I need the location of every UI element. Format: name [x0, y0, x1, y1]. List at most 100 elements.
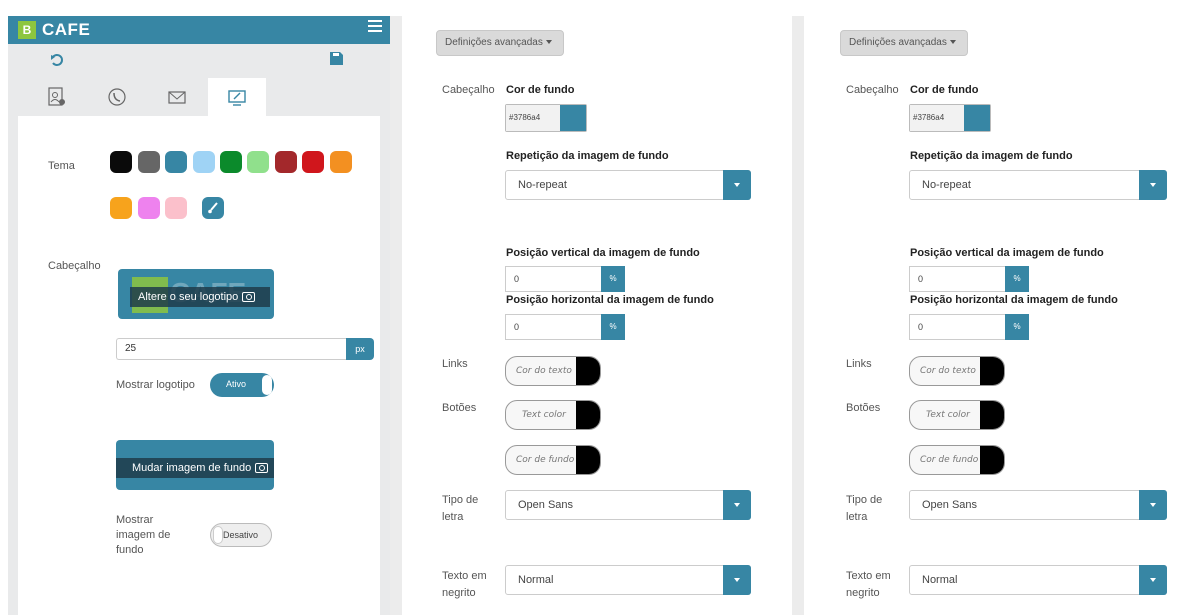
links-color-preview [980, 357, 1004, 385]
custom-color-brush-icon[interactable] [202, 197, 224, 219]
tab-display[interactable] [208, 78, 266, 116]
links-color-picker[interactable]: Cor do texto [505, 356, 601, 386]
bold-text-select[interactable]: Normal [505, 565, 751, 595]
show-logo-toggle[interactable]: Ativo [210, 373, 274, 397]
buttons-text-color-preview [576, 401, 600, 429]
buttons-bg-color-picker[interactable]: Cor de fundo [909, 445, 1005, 475]
bg-horizontal-pos-input[interactable]: 0 [505, 314, 601, 340]
theme-color-swatch[interactable] [110, 151, 132, 173]
buttons-bg-color-picker[interactable]: Cor de fundo [505, 445, 601, 475]
font-family-select[interactable]: Open Sans [909, 490, 1167, 520]
bg-vertical-pos-label: Posição vertical da imagem de fundo [910, 247, 1104, 259]
font-family-select[interactable]: Open Sans [505, 490, 751, 520]
change-background-button[interactable]: Mudar imagem de fundo [116, 440, 274, 490]
advanced-settings-dropdown[interactable]: Definições avançadas [436, 30, 564, 56]
change-logo-button[interactable]: CAFE Altere o seu logotipo [118, 269, 274, 319]
chevron-down-icon [1139, 565, 1167, 595]
theme-color-swatch[interactable] [330, 151, 352, 173]
bold-text-value: Normal [518, 574, 554, 586]
bold-text-select[interactable]: Normal [909, 565, 1167, 595]
buttons-text-color-picker[interactable]: Text color [505, 400, 601, 430]
toggle-knob [262, 375, 272, 395]
font-type-label: Tipo de letra [442, 492, 478, 526]
theme-color-swatch[interactable] [302, 151, 324, 173]
action-bar [8, 44, 390, 76]
show-bg-image-label: Mostrar imagem de fundo [116, 513, 170, 558]
buttons-label: Botões [846, 402, 881, 414]
buttons-bg-color-preview [980, 446, 1004, 474]
bg-repeat-select[interactable]: No-repeat [505, 170, 751, 200]
theme-color-swatch[interactable] [165, 151, 187, 173]
links-color-preview [576, 357, 600, 385]
bg-repeat-label: Repetição da imagem de fundo [506, 150, 669, 162]
font-family-value: Open Sans [922, 499, 978, 511]
brand-name: CAFE [42, 20, 91, 39]
bg-repeat-value: No-repeat [518, 179, 567, 191]
hamburger-menu-icon[interactable] [368, 20, 382, 34]
theme-color-swatch[interactable] [220, 151, 242, 173]
bg-vertical-pos-input[interactable]: 0 [909, 266, 1005, 292]
theme-color-swatch[interactable] [110, 197, 132, 219]
advanced-settings-dropdown[interactable]: Definições avançadas [840, 30, 968, 56]
font-type-label-line: Tipo de [442, 494, 479, 506]
theme-color-swatch[interactable] [138, 151, 160, 173]
app-header: B CAFE [8, 16, 390, 44]
theme-color-swatch[interactable] [138, 197, 160, 219]
bg-color-label: Cor de fundo [506, 84, 575, 96]
logo-size-input[interactable]: 25 [116, 338, 346, 360]
font-type-label-line: Tipo de [846, 494, 883, 506]
theme-editor-panel: B CAFE Tema Cabeçalho Altere o seu logot… [8, 16, 390, 615]
cabecalho-label: Cabeçalho [442, 84, 495, 96]
links-color-picker[interactable]: Cor do texto [909, 356, 1005, 386]
tab-phone[interactable] [88, 78, 146, 116]
theme-color-swatch[interactable] [165, 197, 187, 219]
save-icon[interactable] [330, 52, 343, 65]
bg-horizontal-pos-input[interactable]: 0 [909, 314, 1005, 340]
toggle-knob [213, 526, 223, 544]
buttons-text-color-picker[interactable]: Text color [909, 400, 1005, 430]
bg-color-hex: #3786a4 [910, 105, 964, 131]
theme-color-swatch[interactable] [193, 151, 215, 173]
camera-icon [255, 463, 269, 474]
show-bg-label-line: fundo [116, 544, 144, 556]
profile-card-icon [48, 87, 65, 106]
buttons-bg-color-placeholder: Cor de fundo [516, 455, 575, 465]
display-settings: Tema Cabeçalho CAFE Altere o seu logotip… [18, 116, 380, 615]
tab-mail[interactable] [148, 78, 206, 116]
bg-vertical-pos-input[interactable]: 0 [505, 266, 601, 292]
show-bg-image-toggle[interactable]: Desativo [210, 523, 272, 547]
font-family-value: Open Sans [518, 499, 574, 511]
chevron-down-icon [723, 565, 751, 595]
bg-horizontal-pos-unit: % [601, 314, 625, 340]
tab-profile[interactable] [28, 78, 86, 116]
bg-color-label: Cor de fundo [910, 84, 979, 96]
buttons-bg-color-placeholder: Cor de fundo [920, 455, 979, 465]
undo-icon[interactable] [50, 53, 64, 67]
font-type-label: Tipo de letra [846, 492, 882, 526]
panel-divider [390, 16, 402, 615]
bg-color-picker[interactable]: #3786a4 [505, 104, 587, 132]
bold-text-label: Texto em negrito [442, 568, 487, 602]
change-background-label: Mudar imagem de fundo [132, 462, 252, 474]
bg-repeat-select[interactable]: No-repeat [909, 170, 1167, 200]
change-background-overlay: Mudar imagem de fundo [116, 458, 274, 478]
bg-color-picker[interactable]: #3786a4 [909, 104, 991, 132]
theme-color-swatch[interactable] [275, 151, 297, 173]
show-bg-label-line: imagem de [116, 529, 171, 541]
bg-repeat-value: No-repeat [922, 179, 971, 191]
brand-logo-badge: B [18, 21, 36, 39]
bold-text-label-line: Texto em [442, 570, 487, 582]
buttons-text-color-placeholder: Text color [522, 410, 566, 420]
links-color-placeholder: Cor do texto [920, 366, 976, 376]
panel-divider [792, 16, 804, 615]
bg-vertical-pos-unit: % [601, 266, 625, 292]
phone-icon [108, 88, 126, 106]
buttons-label: Botões [442, 402, 477, 414]
bold-text-value: Normal [922, 574, 958, 586]
camera-icon [242, 292, 256, 303]
change-logo-overlay: Altere o seu logotipo [130, 287, 270, 307]
caret-down-icon [949, 40, 956, 45]
chevron-down-icon [723, 170, 751, 200]
bg-color-preview [964, 105, 990, 131]
theme-color-swatch[interactable] [247, 151, 269, 173]
